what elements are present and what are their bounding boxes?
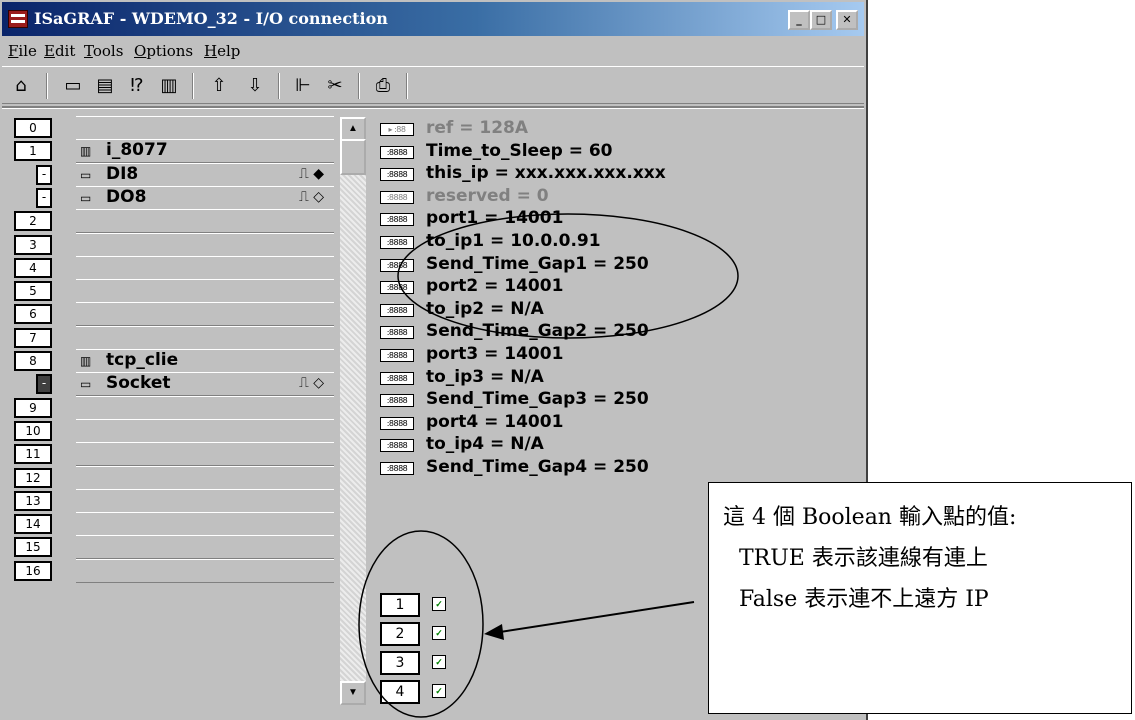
- highlight-ellipse: [358, 530, 484, 718]
- arrowhead-icon: [484, 624, 504, 640]
- note-line: TRUE 表示該連線有連上: [739, 546, 988, 571]
- note-line: False 表示連不上遠方 IP: [739, 587, 989, 612]
- annotation-note: 這 4 個 Boolean 輸入點的值: TRUE 表示該連線有連上 False…: [708, 482, 1132, 714]
- note-line: 這 4 個 Boolean 輸入點的值:: [723, 505, 1017, 530]
- annotation-arrow: [499, 601, 695, 633]
- highlight-ellipse: [397, 213, 739, 339]
